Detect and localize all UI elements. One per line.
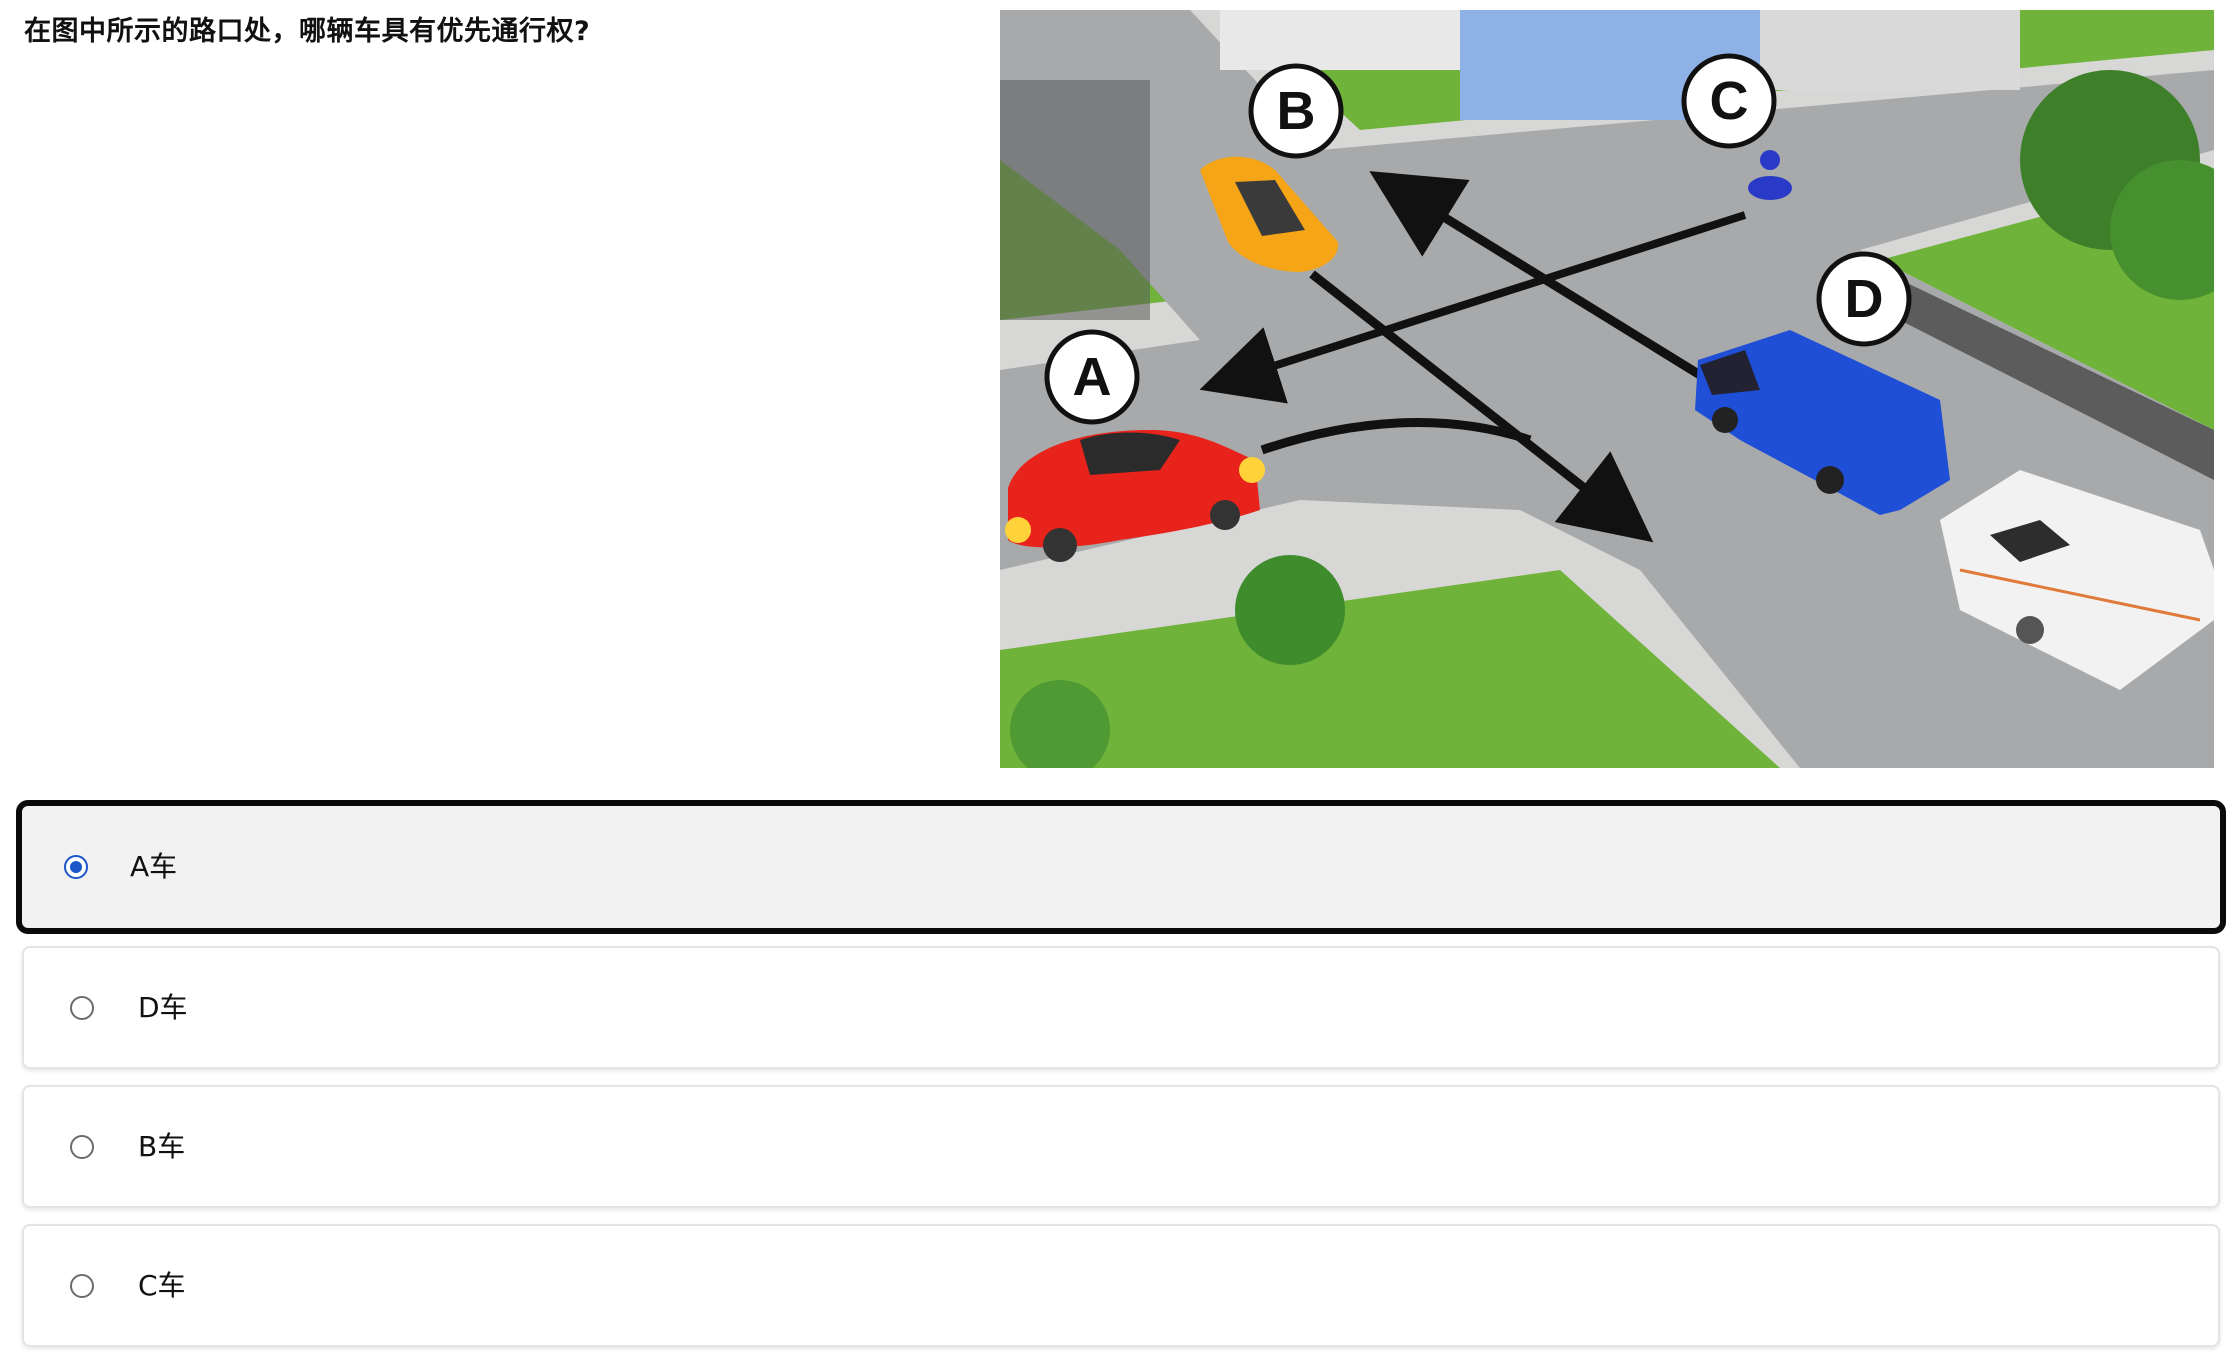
option-label: A车 [130,850,178,883]
option-c-car[interactable]: C车 [22,1224,2220,1347]
svg-text:D: D [1845,269,1884,329]
radio-dot [70,861,82,873]
label-c-marker: C [1681,53,1777,149]
label-d-marker: D [1816,251,1912,347]
option-a-car[interactable]: A车 [16,800,2226,934]
radio-selected-icon[interactable] [64,855,88,879]
option-b-car[interactable]: B车 [22,1085,2220,1208]
svg-text:C: C [1710,71,1749,131]
option-label: B车 [138,1129,186,1163]
radio-unselected-icon[interactable] [70,1273,94,1298]
bush [1235,555,1345,665]
label-b-marker: B [1248,63,1344,159]
option-d-car[interactable]: D车 [22,946,2220,1069]
intersection-illustration: A B C D [1000,10,2214,768]
radio-unselected-icon[interactable] [70,1134,94,1159]
option-label: D车 [138,990,188,1024]
svg-text:B: B [1277,81,1316,141]
label-a-marker: A [1044,329,1140,425]
answer-options: A车 D车 B车 C车 [16,800,2226,1363]
radio-unselected-icon[interactable] [70,995,94,1020]
question-text: 在图中所示的路口处，哪辆车具有优先通行权? [24,16,591,47]
svg-text:A: A [1073,347,1112,407]
option-label: C车 [138,1268,186,1302]
